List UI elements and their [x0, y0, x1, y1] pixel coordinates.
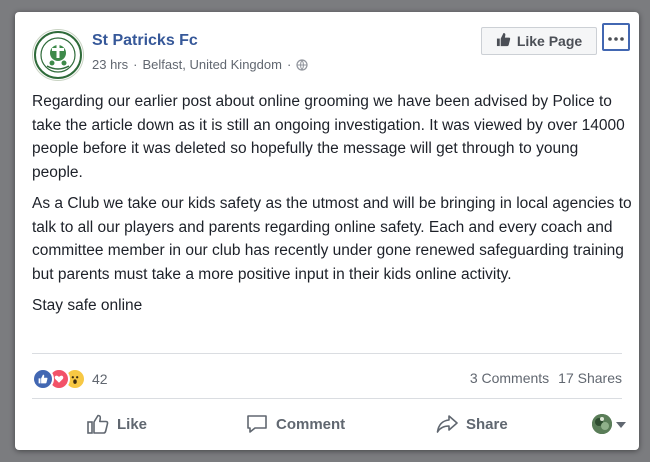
post-paragraph: Stay safe online — [32, 297, 143, 314]
divider — [32, 398, 622, 399]
like-button[interactable]: Like — [87, 408, 147, 440]
reaction-count: 42 — [92, 371, 108, 387]
page-avatar[interactable] — [32, 29, 84, 81]
post-options-button[interactable] — [602, 23, 630, 51]
like-button-label: Like — [117, 415, 148, 433]
page-name-link[interactable]: St Patricks Fc — [92, 32, 198, 50]
post-text: Regarding our earlier post about online … — [32, 90, 632, 326]
post-paragraph: Regarding our earlier post about online … — [32, 93, 625, 181]
like-page-button[interactable]: Like Page — [481, 27, 597, 55]
chevron-down-icon — [616, 415, 626, 433]
share-button-label: Share — [466, 415, 508, 433]
like-page-label: Like Page — [516, 33, 583, 49]
post-paragraph: As a Club we take our kids safety as the… — [32, 195, 632, 283]
share-arrow-icon — [436, 414, 458, 434]
post-meta: 23 hrs · Belfast, United Kingdom · — [92, 57, 308, 72]
meta-separator: · — [133, 57, 138, 72]
globe-icon[interactable] — [296, 58, 308, 71]
post-location[interactable]: Belfast, United Kingdom — [142, 57, 281, 72]
meta-separator-2: · — [286, 57, 292, 72]
thumbs-up-icon — [496, 32, 511, 50]
facebook-post-card: St Patricks Fc 23 hrs · Belfast, United … — [15, 12, 639, 450]
post-timestamp[interactable]: 23 hrs — [92, 57, 128, 72]
more-options-icon — [608, 28, 624, 46]
thumbs-up-outline-icon — [87, 414, 109, 434]
share-as-selector[interactable] — [592, 414, 626, 434]
like-icon — [32, 368, 54, 390]
comment-button-label: Comment — [276, 415, 346, 433]
user-avatar — [592, 414, 612, 434]
club-crest-logo — [34, 31, 82, 79]
share-button[interactable]: Share — [436, 408, 508, 440]
comments-count-link[interactable]: 3 Comments — [470, 370, 549, 386]
comment-button[interactable]: Comment — [246, 408, 345, 440]
shares-count-link[interactable]: 17 Shares — [558, 370, 622, 386]
engagement-counts: 3 Comments 17 Shares — [470, 370, 622, 386]
reaction-summary[interactable]: 42 — [32, 368, 108, 390]
divider — [32, 353, 622, 354]
post-action-bar: Like Comment Share — [32, 408, 626, 440]
comment-bubble-icon — [246, 414, 268, 434]
